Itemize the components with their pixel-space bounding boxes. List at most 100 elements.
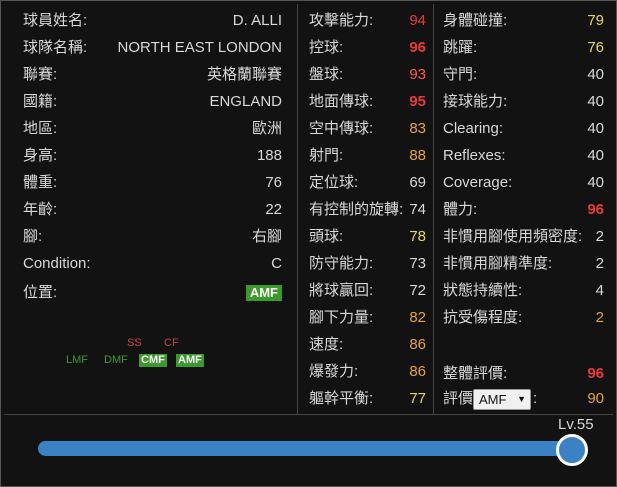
- ability-row: 定位球: 69: [309, 170, 426, 196]
- ability-value: 78: [409, 228, 426, 245]
- rating-label: 評價: [443, 390, 474, 407]
- player-info-row: Condition: C: [23, 251, 282, 277]
- divider: [433, 4, 434, 414]
- player-info-value: 英格蘭聯賽: [206, 66, 282, 83]
- physical-row: 體力: 96: [443, 197, 604, 223]
- ability-row: 盤球: 93: [309, 62, 426, 88]
- level-slider-handle[interactable]: [556, 434, 589, 466]
- chevron-down-icon: ▼: [517, 394, 526, 404]
- physical-value: 2: [595, 309, 604, 326]
- physical-value: 79: [587, 12, 604, 29]
- player-info-label: 聯賽:: [23, 66, 58, 83]
- physical-label: 狀態持續性:: [443, 282, 523, 299]
- player-info-label: 球員姓名:: [23, 12, 88, 29]
- divider: [297, 4, 298, 414]
- player-info-row: 年齡: 22: [23, 197, 282, 223]
- physical-label: 身體碰撞:: [443, 12, 508, 29]
- ability-label: 射門:: [309, 147, 344, 164]
- ability-label: 將球贏回:: [309, 282, 374, 299]
- physical-value: 40: [587, 66, 604, 83]
- physical-row: 身體碰撞: 79: [443, 8, 604, 34]
- physical-label: 抗受傷程度:: [443, 309, 523, 326]
- player-info-value: 22: [265, 201, 282, 218]
- ability-label: 速度:: [309, 336, 344, 353]
- player-info-label: 地區:: [23, 120, 58, 137]
- physical-row: Coverage: 40: [443, 170, 604, 196]
- player-info-row: 聯賽: 英格蘭聯賽: [23, 62, 282, 88]
- ability-value: 77: [409, 390, 426, 407]
- ability-label: 頭球:: [309, 228, 344, 245]
- player-info-value: NORTH EAST LONDON: [117, 39, 282, 56]
- ability-value: 93: [409, 66, 426, 83]
- player-info-row: 體重: 76: [23, 170, 282, 196]
- rating-position-select[interactable]: AMF ▼: [473, 389, 531, 410]
- ability-row: 速度: 86: [309, 332, 426, 358]
- physical-value: 40: [587, 174, 604, 191]
- ability-row: 攻擊能力: 94: [309, 8, 426, 34]
- physical-row: 非慣用腳使用頻密度: 2: [443, 224, 604, 250]
- ability-row: 將球贏回: 72: [309, 278, 426, 304]
- ability-row: 空中傳球: 83: [309, 116, 426, 142]
- physical-label: 體力:: [443, 201, 478, 218]
- player-info-row: 球隊名稱: NORTH EAST LONDON: [23, 35, 282, 61]
- ability-value: 96: [409, 39, 426, 56]
- ability-row: 爆發力: 86: [309, 359, 426, 385]
- player-info-label: Condition:: [23, 255, 91, 272]
- physical-row: Clearing: 40: [443, 116, 604, 142]
- player-info-value: ENGLAND: [209, 93, 282, 110]
- physical-value: 96: [587, 201, 604, 218]
- player-info-row: 腳: 右腳: [23, 224, 282, 250]
- player-info-value: C: [271, 255, 282, 272]
- position-row: 位置: AMF: [23, 280, 282, 306]
- ability-value: 88: [409, 147, 426, 164]
- physical-value: 2: [595, 255, 604, 272]
- ability-value: 94: [409, 12, 426, 29]
- physical-value: 40: [587, 93, 604, 110]
- position-map-cf: CF: [164, 337, 179, 349]
- ability-row: 地面傳球: 95: [309, 89, 426, 115]
- physical-value: 40: [587, 147, 604, 164]
- player-info-value: 歐洲: [251, 120, 282, 137]
- player-info-label: 國籍:: [23, 93, 58, 110]
- ability-value: 72: [409, 282, 426, 299]
- player-info-label: 體重:: [23, 174, 58, 191]
- player-info-label: 腳:: [23, 228, 43, 245]
- position-map-cmf: CMF: [139, 354, 167, 367]
- ability-row: 有控制的旋轉: 74: [309, 197, 426, 223]
- player-info-value: 76: [265, 174, 282, 191]
- ability-label: 防守能力:: [309, 255, 374, 272]
- ability-label: 盤球:: [309, 66, 344, 83]
- ability-label: 軀幹平衡:: [309, 390, 374, 407]
- physical-row: 非慣用腳精準度: 2: [443, 251, 604, 277]
- physical-row: 跳躍: 76: [443, 35, 604, 61]
- ability-value: 82: [409, 309, 426, 326]
- ability-value: 86: [409, 363, 426, 380]
- ability-value: 95: [409, 93, 426, 110]
- physical-label: 非慣用腳精準度:: [443, 255, 553, 272]
- player-info-row: 地區: 歐洲: [23, 116, 282, 142]
- level-slider-track[interactable]: [38, 441, 583, 456]
- rating-value: 90: [587, 390, 604, 407]
- physical-label: 守門:: [443, 66, 478, 83]
- physical-row: Reflexes: 40: [443, 143, 604, 169]
- player-info-value: D. ALLI: [232, 12, 282, 29]
- ability-row: 控球: 96: [309, 35, 426, 61]
- ability-label: 有控制的旋轉:: [309, 201, 404, 218]
- ability-label: 爆發力:: [309, 363, 359, 380]
- physical-row: 接球能力: 40: [443, 89, 604, 115]
- player-info-label: 身高:: [23, 147, 58, 164]
- physical-label: Clearing:: [443, 120, 504, 137]
- physical-label: 接球能力:: [443, 93, 508, 110]
- physical-value: 76: [587, 39, 604, 56]
- ability-row: 軀幹平衡: 77: [309, 386, 426, 412]
- ability-row: 射門: 88: [309, 143, 426, 169]
- physical-row: 守門: 40: [443, 62, 604, 88]
- player-info-row: 身高: 188: [23, 143, 282, 169]
- ability-label: 空中傳球:: [309, 120, 374, 137]
- divider: [4, 414, 613, 415]
- overall-row: 整體評價: 96: [443, 361, 604, 387]
- position-map-ss: SS: [127, 337, 142, 349]
- ability-row: 防守能力: 73: [309, 251, 426, 277]
- physical-value: 40: [587, 120, 604, 137]
- ability-label: 腳下力量:: [309, 309, 374, 326]
